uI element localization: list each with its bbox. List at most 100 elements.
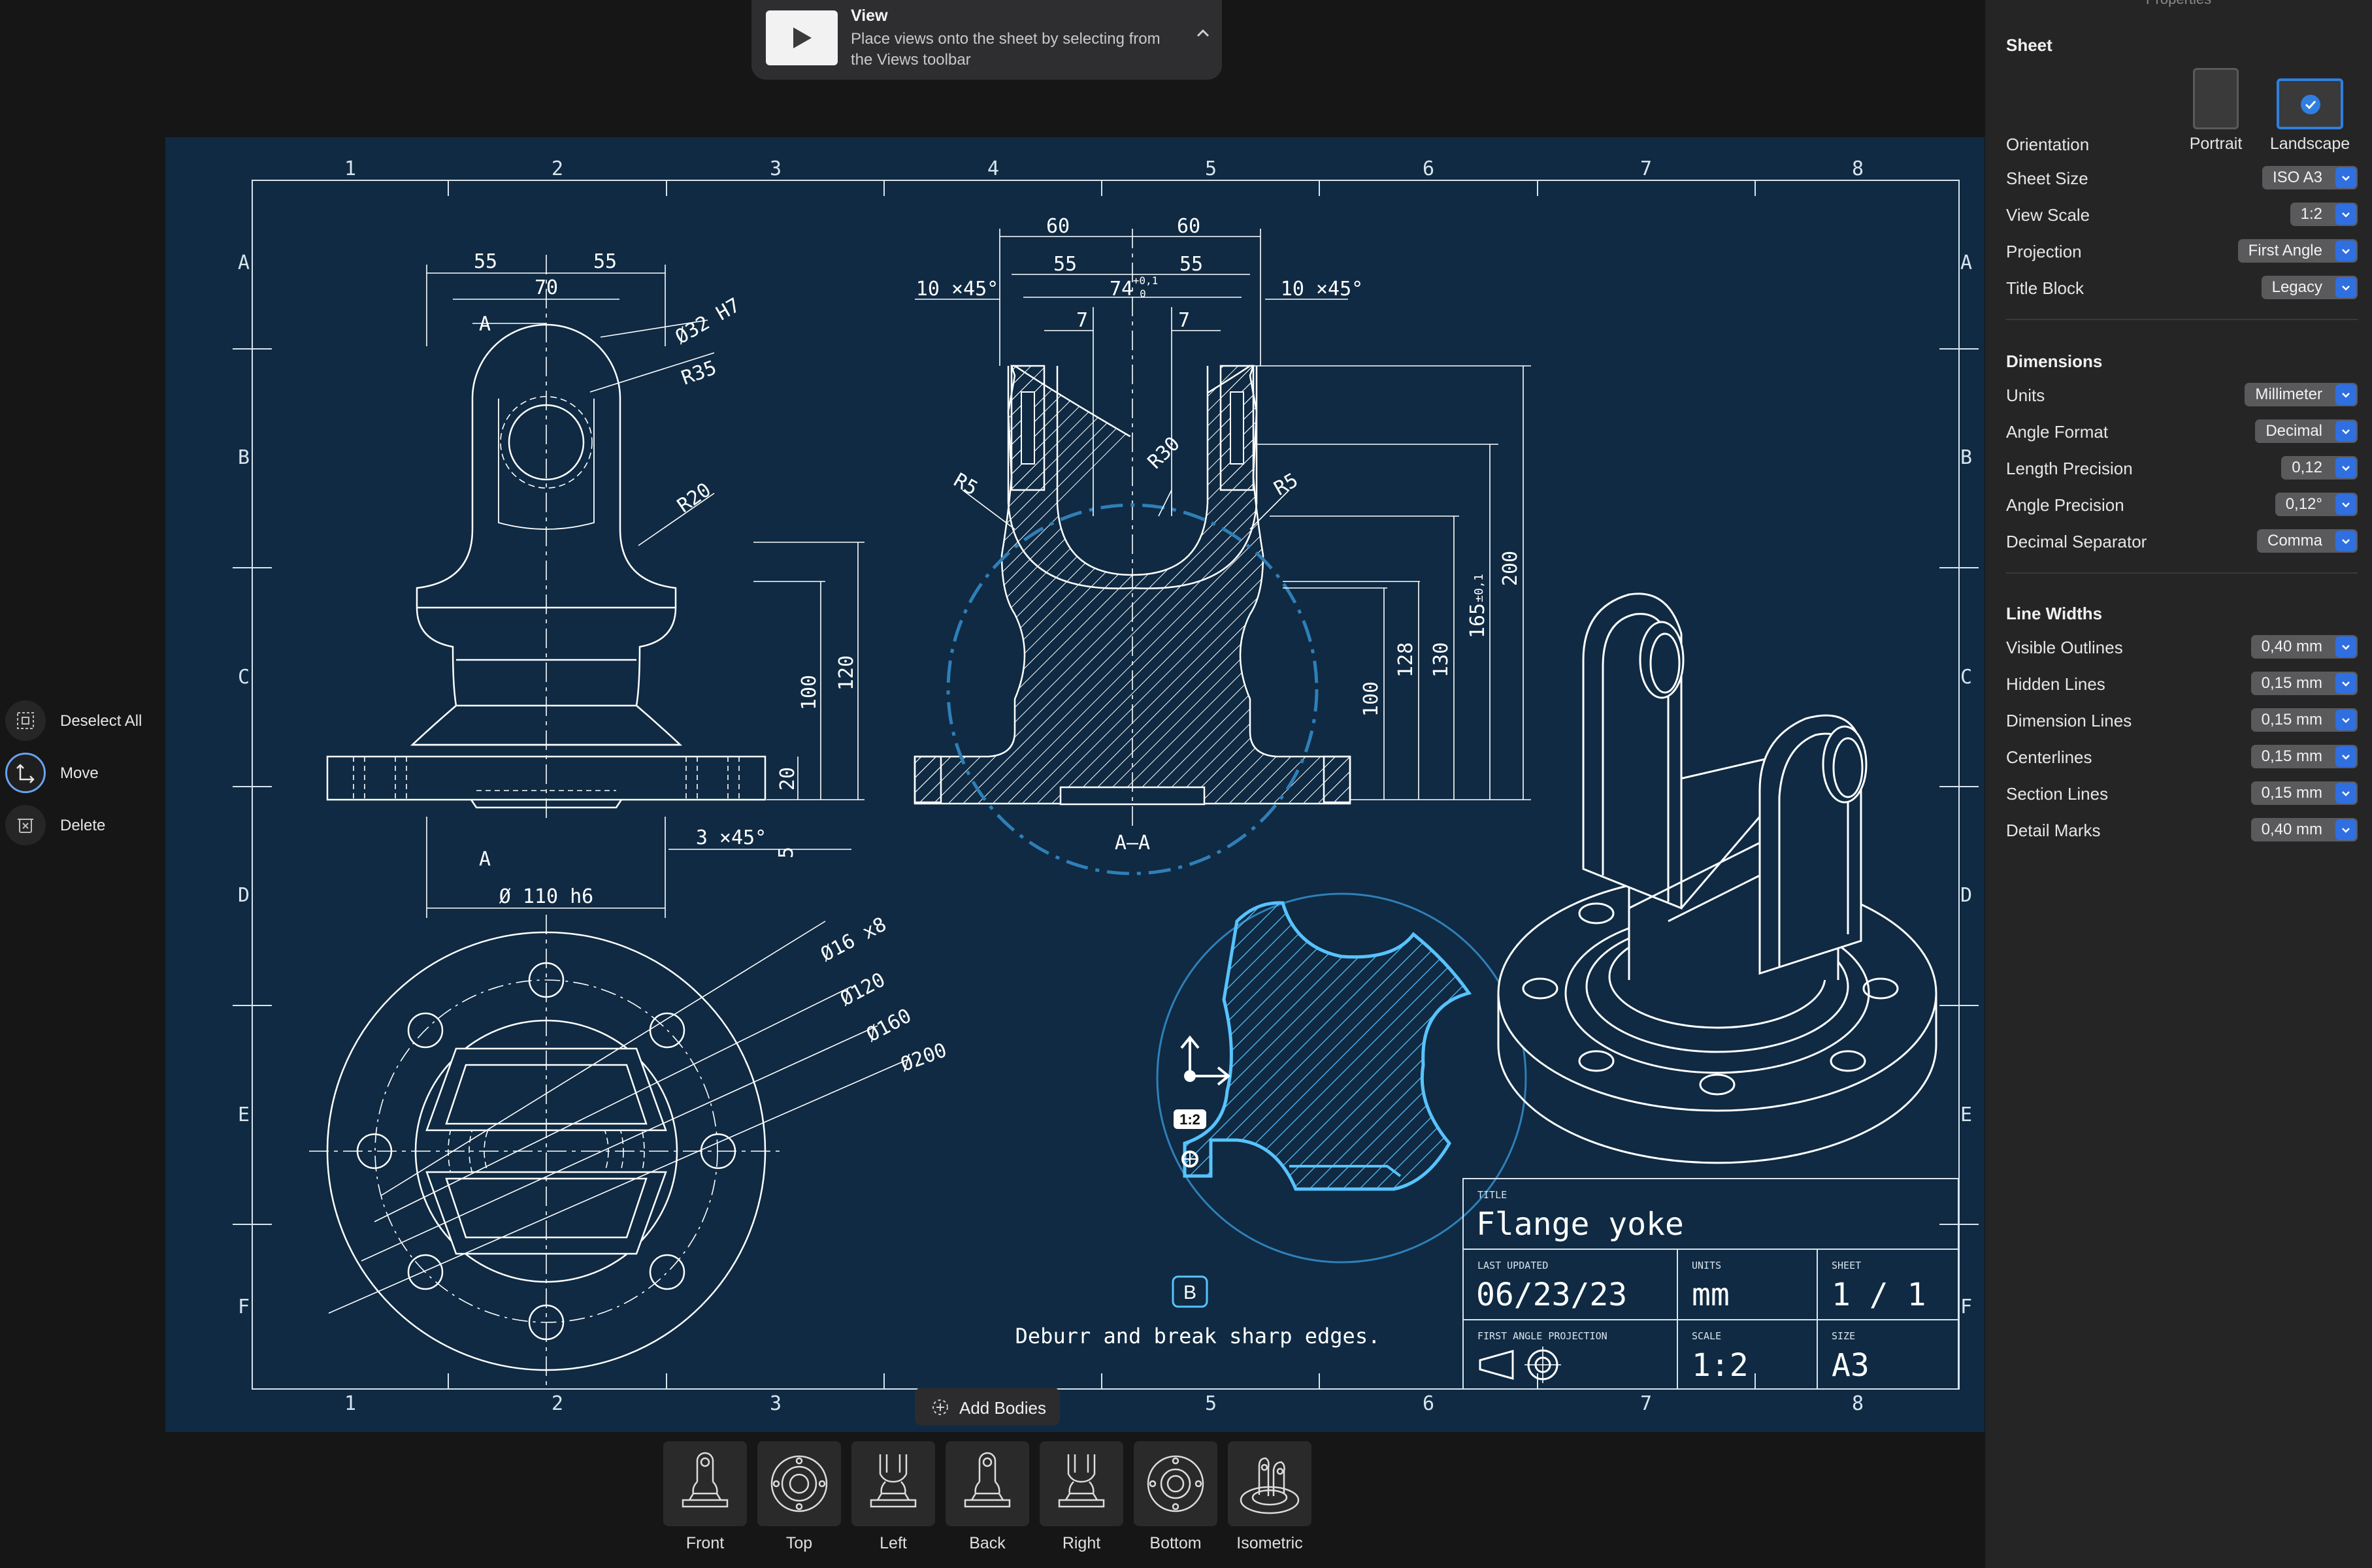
svg-text:Ø160: Ø160 xyxy=(863,1004,915,1047)
dimension-lines-value: 0,15 mm xyxy=(2261,711,2322,728)
front-view[interactable] xyxy=(326,255,766,823)
svg-text:7: 7 xyxy=(1076,309,1088,332)
section-label: A–A xyxy=(1115,832,1150,855)
title-block-select[interactable]: Legacy xyxy=(2261,276,2358,299)
dim-165-tol: ±0,1 xyxy=(1472,574,1486,602)
play-icon xyxy=(793,27,812,48)
svg-text:100: 100 xyxy=(798,675,821,710)
last-updated-label: LAST UPDATED xyxy=(1477,1260,1548,1271)
dim-165: 165 xyxy=(1466,603,1489,638)
view-bottom-label: Bottom xyxy=(1149,1534,1202,1552)
detail-view-b[interactable]: 1:2 B xyxy=(1156,892,1527,1308)
view-isometric-button[interactable] xyxy=(1228,1441,1311,1526)
col-label: 2 xyxy=(552,157,563,180)
svg-text:55: 55 xyxy=(1179,253,1203,276)
svg-text:A: A xyxy=(479,848,491,871)
chevron-up-icon[interactable] xyxy=(1193,24,1213,43)
chevron-down-icon xyxy=(2335,277,2356,298)
row-label: D xyxy=(1960,884,1972,907)
drawing-note: Deburr and break sharp edges. xyxy=(1015,1324,1381,1348)
visible-outlines-select[interactable]: 0,40 mm xyxy=(2250,635,2358,659)
section-view-a-a[interactable] xyxy=(914,229,1351,875)
sheet-value: 1 / 1 xyxy=(1832,1277,1926,1313)
col-label: 3 xyxy=(770,157,782,180)
isometric-view[interactable] xyxy=(1497,593,1937,1164)
hidden-lines-select[interactable]: 0,15 mm xyxy=(2250,672,2358,695)
row-label: B xyxy=(238,446,250,469)
top-view-icon xyxy=(770,1455,828,1512)
angle-precision-select[interactable]: 0,12° xyxy=(2275,493,2358,516)
panel-header: Properties xyxy=(1985,0,2372,8)
move-tool[interactable]: Move xyxy=(5,753,162,794)
units-select[interactable]: Millimeter xyxy=(2245,383,2358,406)
line-widths-section-title: Line Widths xyxy=(2006,604,2103,623)
view-back-button[interactable] xyxy=(946,1441,1029,1526)
hidden-lines-label: Hidden Lines xyxy=(2006,674,2105,694)
notification-title: View xyxy=(851,7,888,25)
svg-text:5: 5 xyxy=(775,847,798,858)
top-view[interactable] xyxy=(309,915,783,1388)
deselect-icon xyxy=(5,700,46,741)
svg-text:3 ×45°: 3 ×45° xyxy=(696,826,766,849)
row-label: E xyxy=(1960,1103,1972,1126)
sheet-label: SHEET xyxy=(1832,1260,1861,1271)
length-precision-select[interactable]: 0,12 xyxy=(2281,456,2358,480)
chevron-down-icon xyxy=(2335,746,2356,767)
sheet-size-select[interactable]: ISO A3 xyxy=(2262,166,2358,189)
deselect-all-tool[interactable]: Deselect All xyxy=(5,700,162,742)
svg-text:A: A xyxy=(479,313,491,336)
decimal-separator-select[interactable]: Comma xyxy=(2256,529,2358,553)
svg-text:R20: R20 xyxy=(673,478,715,517)
svg-text:20: 20 xyxy=(776,767,799,791)
top-view-dim-text: Ø16 x8 Ø120 Ø160 Ø200 xyxy=(817,913,949,1076)
svg-text:100: 100 xyxy=(1360,681,1383,717)
view-scale-label: View Scale xyxy=(2006,205,2090,225)
portrait-option[interactable] xyxy=(2193,68,2239,129)
title-block-label: Title Block xyxy=(2006,278,2084,298)
landscape-option[interactable] xyxy=(2277,78,2343,129)
dimension-lines-select[interactable]: 0,15 mm xyxy=(2250,708,2358,732)
drawing-canvas[interactable]: 1 2 3 4 5 6 7 8 1 2 3 5 6 7 8 A B C D E … xyxy=(165,137,1985,1432)
col-label: 8 xyxy=(1852,157,1864,180)
svg-text:R35: R35 xyxy=(678,356,719,389)
chevron-down-icon xyxy=(2335,167,2356,188)
add-bodies-button[interactable]: Add Bodies xyxy=(915,1388,1060,1426)
drawing-sheet[interactable]: 1 2 3 4 5 6 7 8 1 2 3 5 6 7 8 A B C D E … xyxy=(165,137,1985,1432)
view-top-button[interactable] xyxy=(757,1441,841,1526)
view-right-button[interactable] xyxy=(1040,1441,1123,1526)
section-lines-value: 0,15 mm xyxy=(2261,784,2322,802)
projection-select[interactable]: First Angle xyxy=(2237,239,2358,263)
view-left-button[interactable] xyxy=(851,1441,935,1526)
svg-text:R5: R5 xyxy=(949,469,981,500)
view-scale-select[interactable]: 1:2 xyxy=(2290,203,2358,226)
col-label: 6 xyxy=(1423,157,1434,180)
chevron-down-icon xyxy=(2335,457,2356,478)
view-left-label: Left xyxy=(880,1534,907,1552)
add-bodies-icon xyxy=(932,1399,948,1415)
visible-outlines-label: Visible Outlines xyxy=(2006,638,2123,657)
svg-text:70: 70 xyxy=(535,276,558,299)
col-label: 4 xyxy=(987,157,999,180)
col-label: 7 xyxy=(1640,1392,1652,1415)
notification-message: Place views onto the sheet by selecting … xyxy=(851,30,1161,69)
chevron-down-icon xyxy=(2335,240,2356,261)
centerlines-select[interactable]: 0,15 mm xyxy=(2250,745,2358,768)
dimension-lines-label: Dimension Lines xyxy=(2006,711,2132,730)
svg-text:Ø16 x8: Ø16 x8 xyxy=(817,913,890,966)
section-lines-select[interactable]: 0,15 mm xyxy=(2250,781,2358,805)
chevron-down-icon xyxy=(2335,819,2356,840)
angle-format-select[interactable]: Decimal xyxy=(2255,419,2358,443)
col-label: 6 xyxy=(1423,1392,1434,1415)
projection-value: First Angle xyxy=(2248,242,2322,259)
title-block[interactable]: TITLE LAST UPDATED UNITS SHEET FIRST ANG… xyxy=(1462,1178,1959,1390)
detail-marks-select[interactable]: 0,40 mm xyxy=(2250,818,2358,841)
decimal-separator-label: Decimal Separator xyxy=(2006,532,2147,551)
view-front-label: Front xyxy=(685,1534,725,1552)
video-thumbnail[interactable] xyxy=(766,10,838,65)
view-bottom-button[interactable] xyxy=(1134,1441,1217,1526)
delete-tool[interactable]: Delete xyxy=(5,805,162,847)
view-front-button[interactable] xyxy=(663,1441,747,1526)
detail-marks-value: 0,40 mm xyxy=(2261,821,2322,838)
sheet-size-label: Sheet Size xyxy=(2006,169,2088,188)
dim-74: 74 xyxy=(1110,278,1133,301)
